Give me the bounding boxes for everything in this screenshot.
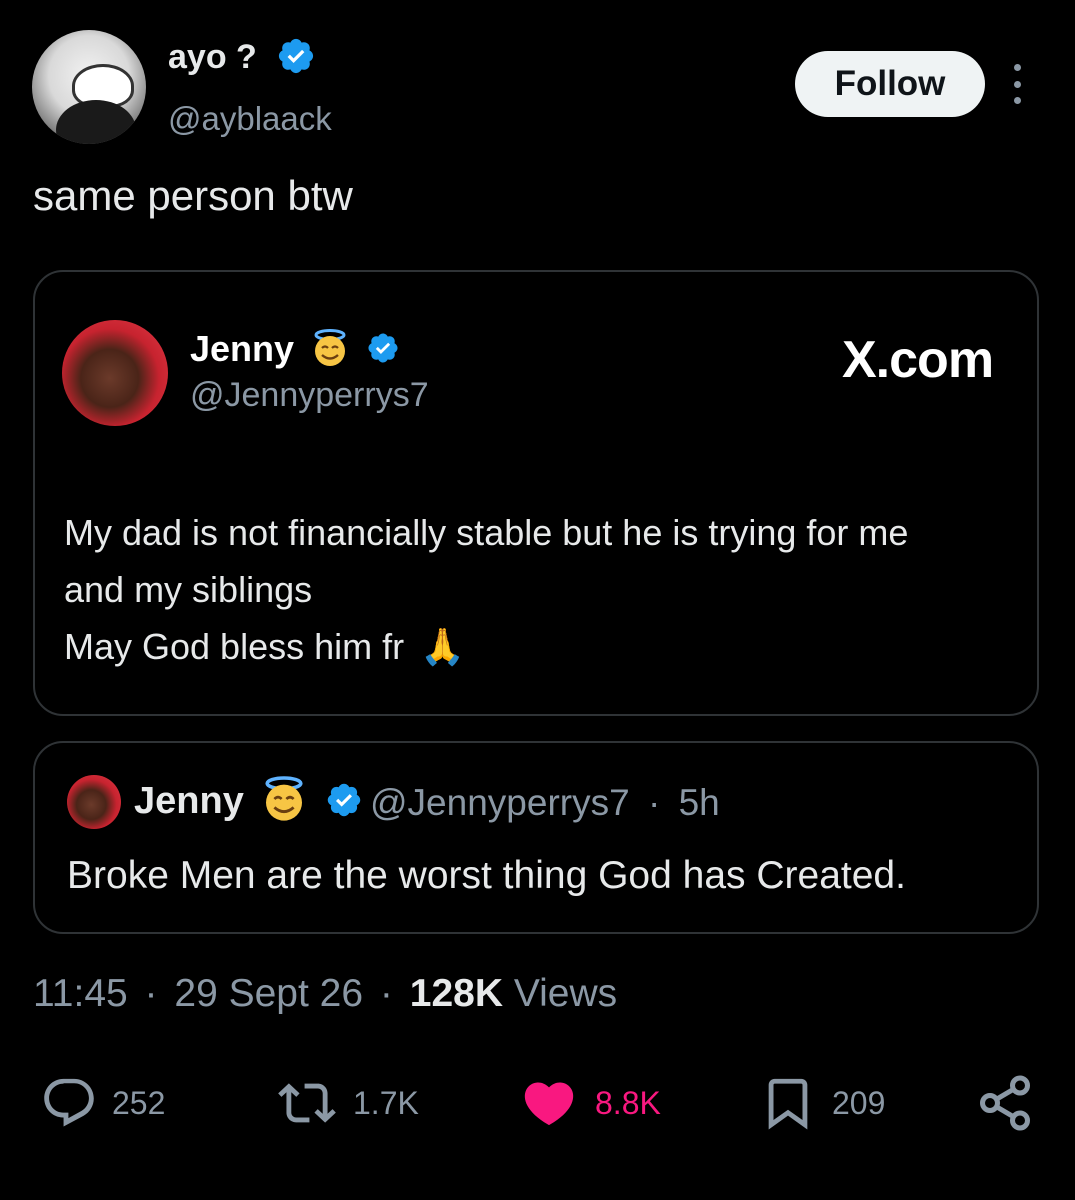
like-count: 8.8K	[595, 1084, 661, 1121]
author-avatar[interactable]	[32, 30, 146, 144]
praying-hands-emoji: 🙏	[420, 626, 465, 667]
quoted-tweet-card[interactable]	[33, 741, 1039, 934]
embedded-line-2: and my siblings	[64, 569, 313, 610]
author-display-name[interactable]: ayo ?	[168, 38, 257, 76]
quoted-name-row: Jenny	[134, 776, 363, 823]
share-icon	[980, 1075, 1030, 1131]
quoted-display-name: Jenny	[134, 780, 244, 822]
heart-filled-icon	[524, 1082, 574, 1126]
reply-count: 252	[112, 1084, 166, 1121]
quoted-separator: ·	[647, 782, 661, 823]
like-action[interactable]: 8.8K	[517, 1074, 661, 1132]
reply-action[interactable]: 252	[40, 1074, 165, 1132]
author-handle[interactable]: @ayblaack	[168, 100, 332, 138]
follow-button[interactable]: Follow	[795, 51, 985, 117]
embedded-line-1: My dad is not financially stable but he …	[64, 512, 909, 553]
embedded-display-name: Jenny	[190, 328, 295, 369]
views-count: 128K	[409, 972, 503, 1015]
views-label: Views	[513, 972, 618, 1015]
more-options-icon[interactable]	[1005, 64, 1029, 104]
meta-separator-1: ·	[144, 972, 158, 1015]
halo-emoji-icon	[314, 329, 346, 367]
verified-badge-icon	[279, 38, 314, 74]
bookmark-icon	[768, 1078, 808, 1130]
repost-icon	[278, 1083, 336, 1123]
tweet-text: same person btw	[33, 172, 353, 219]
share-action[interactable]	[975, 1072, 1035, 1139]
embedded-avatar	[62, 320, 168, 426]
repost-action[interactable]: 1.7K	[275, 1074, 419, 1132]
embedded-name-row: Jenny	[190, 328, 400, 370]
embedded-line-3: May God bless him fr	[64, 626, 405, 667]
tweet-meta: 11:45 · 29 Sept 26 · 128K Views	[33, 972, 617, 1016]
tweet-date[interactable]: 29 Sept 26	[174, 972, 363, 1015]
meta-separator-2: ·	[379, 972, 393, 1015]
embedded-tweet-text: My dad is not financially stable but he …	[64, 504, 1004, 675]
xcom-brand-label: X.com	[842, 331, 994, 389]
quoted-halo-emoji-icon	[265, 776, 303, 821]
quoted-handle: @Jennyperrys7	[370, 782, 630, 823]
quoted-age: 5h	[678, 782, 720, 823]
bookmark-count: 209	[832, 1084, 886, 1121]
repost-count: 1.7K	[353, 1084, 419, 1121]
reply-icon	[44, 1078, 94, 1127]
bookmark-action[interactable]: 209	[758, 1074, 885, 1132]
quoted-avatar	[67, 775, 121, 829]
embedded-handle: @Jennyperrys7	[190, 376, 429, 414]
embedded-line-3-row: May God bless him fr 🙏	[64, 618, 1004, 675]
embedded-verified-badge-icon	[368, 333, 398, 364]
author-name-row[interactable]: ayo ?	[168, 38, 316, 77]
tweet-time[interactable]: 11:45	[33, 972, 128, 1015]
quoted-handle-row: @Jennyperrys7 · 5h	[370, 782, 720, 824]
quoted-verified-badge-icon	[327, 783, 361, 817]
quoted-tweet-text: Broke Men are the worst thing God has Cr…	[67, 854, 906, 897]
